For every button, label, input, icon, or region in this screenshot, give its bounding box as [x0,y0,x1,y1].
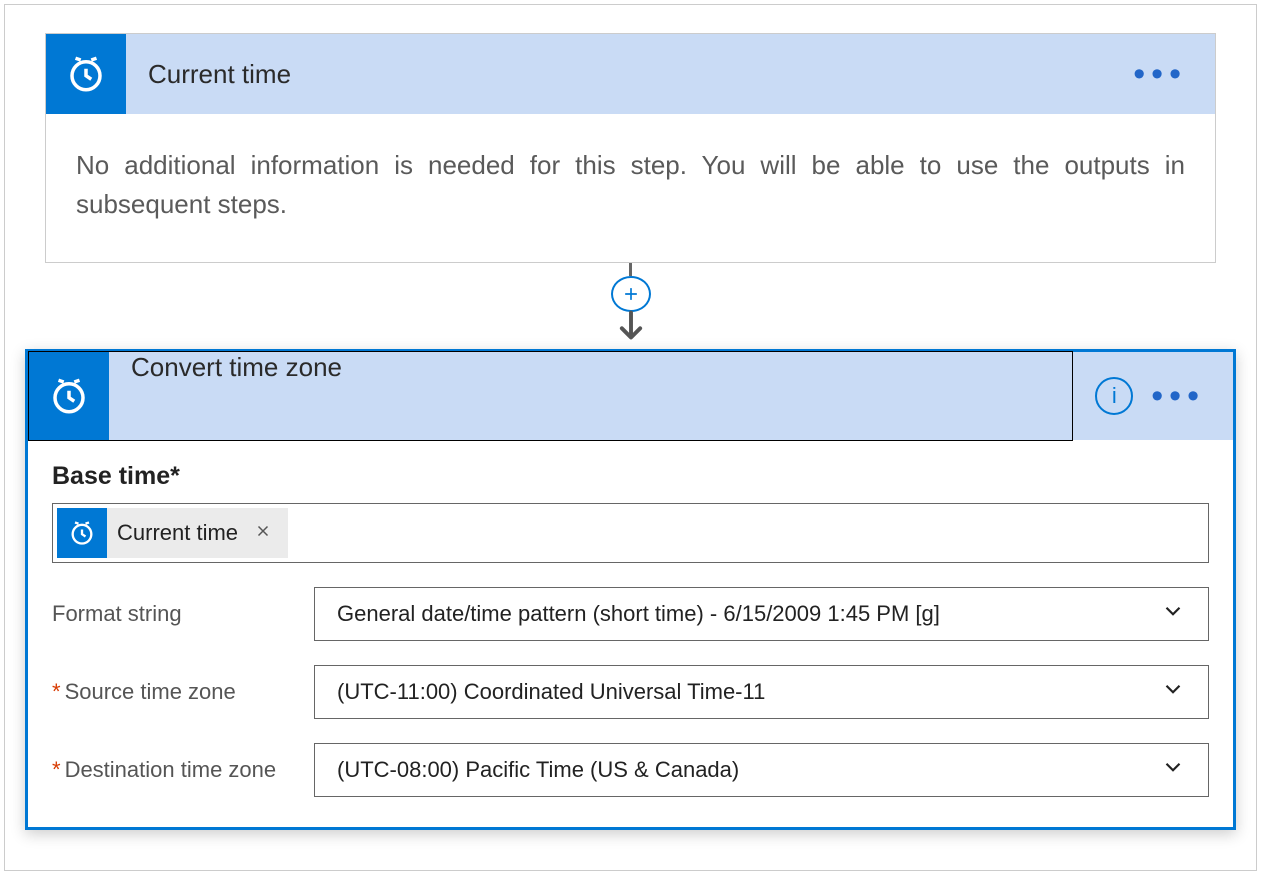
chevron-down-icon [1160,598,1186,630]
label-text: Destination time zone [65,757,277,782]
token-current-time: Current time [57,508,288,558]
step-title: Convert time zone [109,352,1072,440]
clock-icon [46,34,126,114]
destination-timezone-label: *Destination time zone [52,757,314,783]
step-connector [25,263,1236,349]
add-step-button[interactable] [611,276,651,312]
step-current-time: Current time ••• No additional informati… [45,33,1216,263]
source-timezone-select[interactable]: (UTC-11:00) Coordinated Universal Time-1… [314,665,1209,719]
arrow-down-icon [615,310,647,349]
field-base-time: Base time* Current time [52,462,1209,563]
chevron-down-icon [1160,754,1186,786]
info-icon[interactable]: i [1095,377,1133,415]
step-current-time-header[interactable]: Current time ••• [46,34,1215,114]
required-indicator: * [52,757,61,782]
step-convert-body: Base time* Current time [28,440,1233,827]
step-convert-header: Convert time zone i ••• [28,352,1233,440]
field-source-timezone: *Source time zone (UTC-11:00) Coordinate… [52,665,1209,719]
destination-timezone-select[interactable]: (UTC-08:00) Pacific Time (US & Canada) [314,743,1209,797]
step-convert-header-main[interactable]: Convert time zone [28,351,1073,441]
required-indicator: * [52,679,61,704]
more-menu-button[interactable]: ••• [1133,57,1215,91]
select-value: General date/time pattern (short time) -… [337,601,940,627]
source-timezone-label: *Source time zone [52,679,314,705]
more-menu-button[interactable]: ••• [1151,379,1233,413]
clock-icon [29,352,109,440]
remove-token-button[interactable] [248,520,278,546]
workflow-canvas: Current time ••• No additional informati… [4,4,1257,871]
base-time-input[interactable]: Current time [52,503,1209,563]
clock-icon [57,508,107,558]
field-destination-timezone: *Destination time zone (UTC-08:00) Pacif… [52,743,1209,797]
step-description: No additional information is needed for … [46,114,1215,262]
format-string-label: Format string [52,601,314,627]
select-value: (UTC-08:00) Pacific Time (US & Canada) [337,757,739,783]
chevron-down-icon [1160,676,1186,708]
step-title: Current time [126,59,1133,90]
select-value: (UTC-11:00) Coordinated Universal Time-1… [337,679,765,705]
format-string-select[interactable]: General date/time pattern (short time) -… [314,587,1209,641]
base-time-label: Base time [52,462,170,490]
required-indicator: * [170,462,180,490]
token-label: Current time [117,520,238,546]
field-format-string: Format string General date/time pattern … [52,587,1209,641]
label-text: Source time zone [65,679,236,704]
step-convert-time-zone: Convert time zone i ••• Base time* [25,349,1236,830]
